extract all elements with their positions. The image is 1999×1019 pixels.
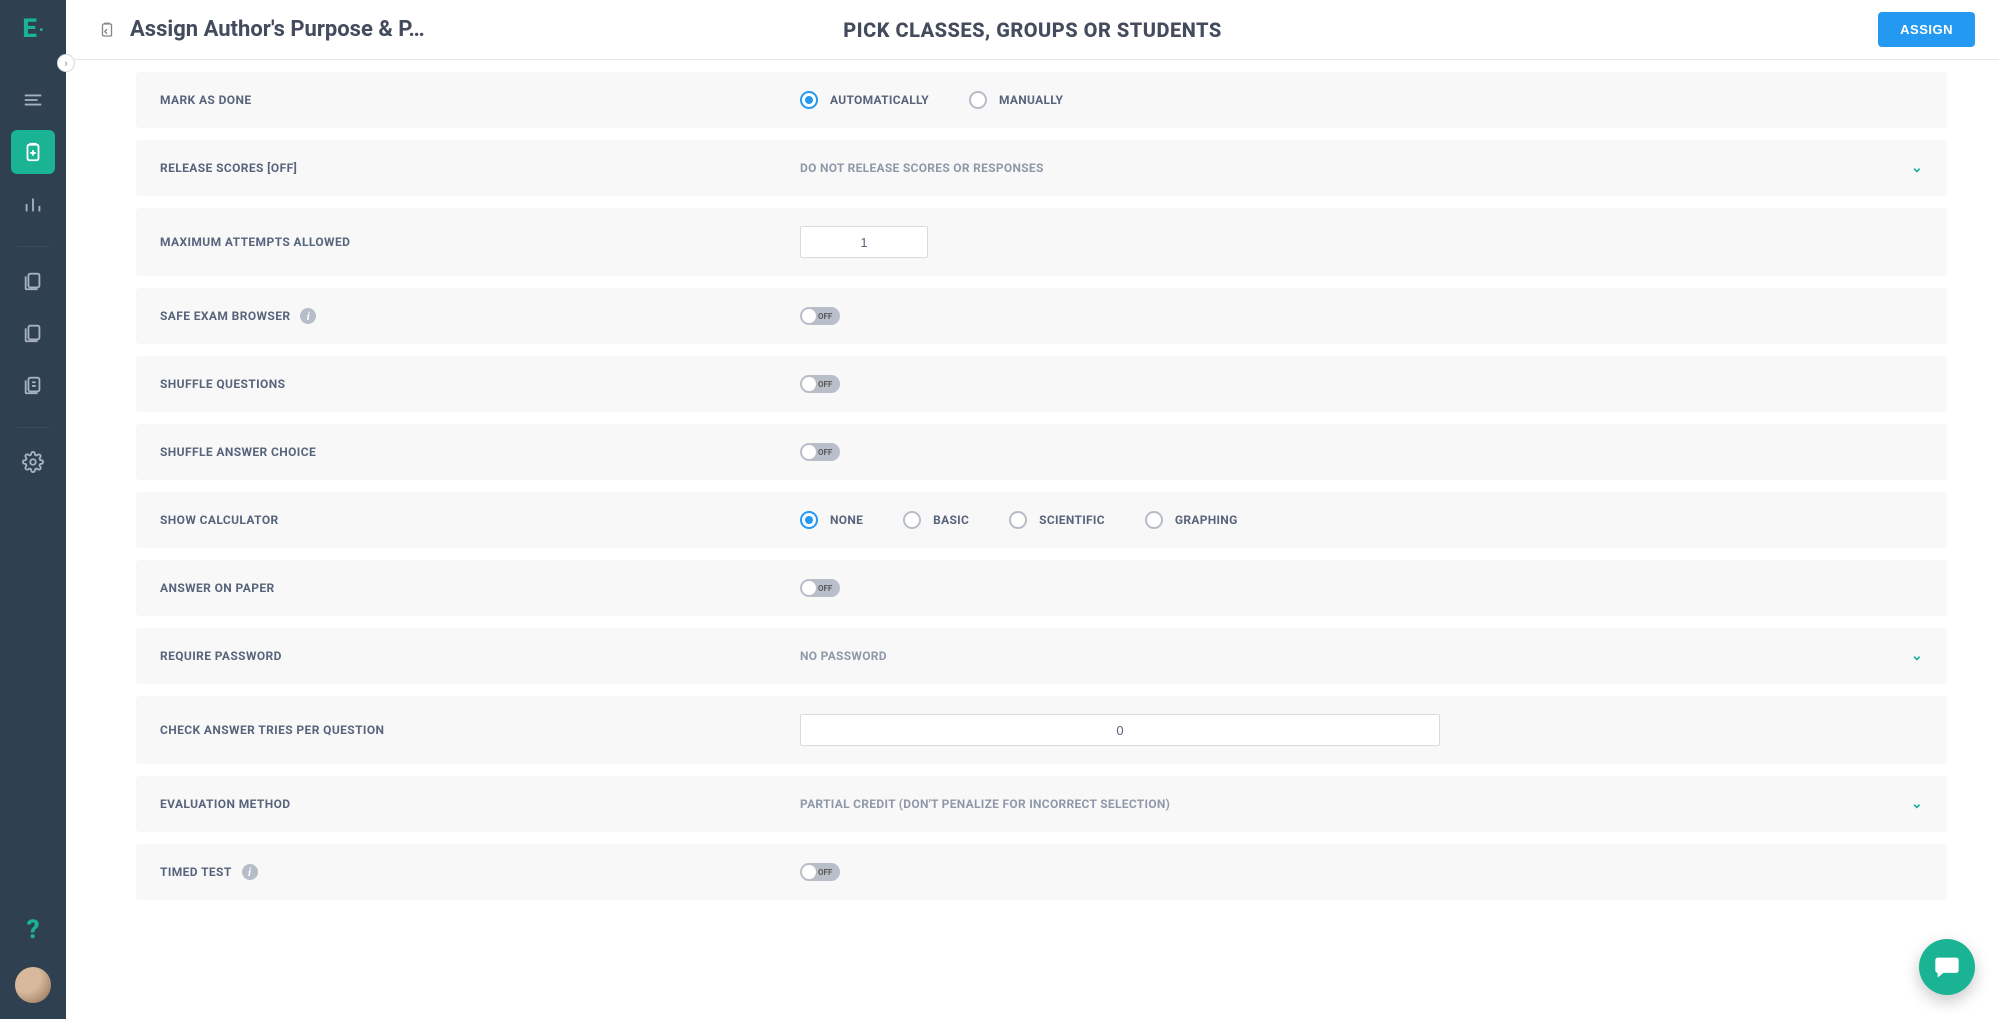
- row-answer-on-paper: ANSWER ON PAPER OFF: [136, 560, 1947, 616]
- label-safe-exam-browser: SAFE EXAM BROWSER: [160, 309, 290, 323]
- expand-evaluation-method[interactable]: ⌄: [1911, 796, 1923, 812]
- app-logo: E·: [22, 14, 43, 44]
- expand-release-scores[interactable]: ⌄: [1911, 160, 1923, 176]
- value-evaluation-method: PARTIAL CREDIT (DON'T PENALIZE FOR INCOR…: [800, 797, 1170, 811]
- nav-library-1[interactable]: [11, 259, 55, 303]
- bar-chart-icon: [22, 193, 44, 215]
- nav-separator: [17, 427, 49, 428]
- label-check-answer-tries: CHECK ANSWER TRIES PER QUESTION: [160, 723, 800, 737]
- header-subtitle: PICK CLASSES, GROUPS OR STUDENTS: [843, 18, 1222, 42]
- radio-indicator-icon: [903, 511, 921, 529]
- row-max-attempts: MAXIMUM ATTEMPTS ALLOWED: [136, 208, 1947, 276]
- radio-label: BASIC: [933, 513, 969, 527]
- toggle-timed-test[interactable]: OFF: [800, 863, 840, 881]
- nav-assignments[interactable]: [11, 130, 55, 174]
- label-show-calculator: SHOW CALCULATOR: [160, 513, 800, 527]
- radio-indicator-icon: [800, 91, 818, 109]
- gear-icon: [22, 451, 44, 473]
- row-safe-exam-browser: SAFE EXAM BROWSER i OFF: [136, 288, 1947, 344]
- sidebar-collapse-button[interactable]: ›: [57, 54, 75, 72]
- label-evaluation-method: EVALUATION METHOD: [160, 797, 800, 811]
- chevron-down-icon: ⌄: [1911, 796, 1923, 812]
- toggle-answer-on-paper[interactable]: OFF: [800, 579, 840, 597]
- radio-indicator-icon: [969, 91, 987, 109]
- chevron-down-icon: ⌄: [1911, 160, 1923, 176]
- chevron-down-icon: ⌄: [1911, 648, 1923, 664]
- clipboard-plus-icon: [22, 141, 44, 163]
- info-icon[interactable]: i: [300, 308, 316, 324]
- radio-mark-as-done-manual[interactable]: MANUALLY: [969, 91, 1063, 109]
- row-shuffle-answer-choice: SHUFFLE ANSWER CHOICE OFF: [136, 424, 1947, 480]
- radio-calculator-none[interactable]: NONE: [800, 511, 863, 529]
- label-shuffle-questions: SHUFFLE QUESTIONS: [160, 377, 800, 391]
- value-require-password: NO PASSWORD: [800, 649, 887, 663]
- nav-reports[interactable]: [11, 182, 55, 226]
- stack-icon: [22, 322, 44, 344]
- chevron-right-icon: ›: [64, 57, 67, 70]
- chat-button[interactable]: [1919, 939, 1975, 995]
- nav-settings[interactable]: [11, 440, 55, 484]
- stack-icon: [22, 270, 44, 292]
- radio-calculator-scientific[interactable]: SCIENTIFIC: [1009, 511, 1105, 529]
- row-release-scores: RELEASE SCORES [OFF] DO NOT RELEASE SCOR…: [136, 140, 1947, 196]
- label-require-password: REQUIRE PASSWORD: [160, 649, 800, 663]
- row-show-calculator: SHOW CALCULATOR NONE BASIC SCIENTIFIC GR…: [136, 492, 1947, 548]
- avatar[interactable]: [13, 965, 53, 1005]
- radio-label: NONE: [830, 513, 863, 527]
- expand-require-password[interactable]: ⌄: [1911, 648, 1923, 664]
- settings-panel: MARK AS DONE AUTOMATICALLY MANUALLY RELE…: [66, 60, 1999, 1019]
- radio-indicator-icon: [800, 511, 818, 529]
- page-title: Assign Author's Purpose & P…: [130, 17, 425, 42]
- radio-label: MANUALLY: [999, 93, 1063, 107]
- radio-indicator-icon: [1009, 511, 1027, 529]
- chat-icon: [1933, 953, 1961, 981]
- lines-icon: [22, 89, 44, 111]
- help-icon[interactable]: ?: [26, 915, 39, 945]
- radio-label: SCIENTIFIC: [1039, 513, 1105, 527]
- value-release-scores: DO NOT RELEASE SCORES OR RESPONSES: [800, 161, 1044, 175]
- input-max-attempts[interactable]: [800, 226, 928, 258]
- nav-library-2[interactable]: [11, 311, 55, 355]
- row-mark-as-done: MARK AS DONE AUTOMATICALLY MANUALLY: [136, 72, 1947, 128]
- input-check-answer-tries[interactable]: [800, 714, 1440, 746]
- row-require-password: REQUIRE PASSWORD NO PASSWORD ⌄: [136, 628, 1947, 684]
- nav-dashboard[interactable]: [11, 78, 55, 122]
- assign-button[interactable]: ASSIGN: [1878, 12, 1975, 47]
- row-timed-test: TIMED TEST i OFF: [136, 844, 1947, 900]
- row-check-answer-tries: CHECK ANSWER TRIES PER QUESTION: [136, 696, 1947, 764]
- toggle-shuffle-answer-choice[interactable]: OFF: [800, 443, 840, 461]
- radio-calculator-basic[interactable]: BASIC: [903, 511, 969, 529]
- label-mark-as-done: MARK AS DONE: [160, 93, 800, 107]
- row-evaluation-method: EVALUATION METHOD PARTIAL CREDIT (DON'T …: [136, 776, 1947, 832]
- label-timed-test: TIMED TEST: [160, 865, 232, 879]
- radio-mark-as-done-auto[interactable]: AUTOMATICALLY: [800, 91, 929, 109]
- radio-calculator-graphing[interactable]: GRAPHING: [1145, 511, 1238, 529]
- sidebar: E· ? ›: [0, 0, 66, 1019]
- nav-library-3[interactable]: [11, 363, 55, 407]
- row-shuffle-questions: SHUFFLE QUESTIONS OFF: [136, 356, 1947, 412]
- radio-label: GRAPHING: [1175, 513, 1238, 527]
- label-max-attempts: MAXIMUM ATTEMPTS ALLOWED: [160, 235, 800, 249]
- info-icon[interactable]: i: [242, 864, 258, 880]
- toggle-shuffle-questions[interactable]: OFF: [800, 375, 840, 393]
- radio-label: AUTOMATICALLY: [830, 93, 929, 107]
- label-answer-on-paper: ANSWER ON PAPER: [160, 581, 800, 595]
- header: Assign Author's Purpose & P… PICK CLASSE…: [66, 0, 1999, 60]
- main: Assign Author's Purpose & P… PICK CLASSE…: [66, 0, 1999, 1019]
- toggle-safe-exam-browser[interactable]: OFF: [800, 307, 840, 325]
- label-shuffle-answer-choice: SHUFFLE ANSWER CHOICE: [160, 445, 800, 459]
- book-icon: [22, 374, 44, 396]
- label-release-scores: RELEASE SCORES [OFF]: [160, 161, 800, 175]
- nav-separator: [17, 246, 49, 247]
- assignment-icon: [98, 21, 116, 39]
- radio-indicator-icon: [1145, 511, 1163, 529]
